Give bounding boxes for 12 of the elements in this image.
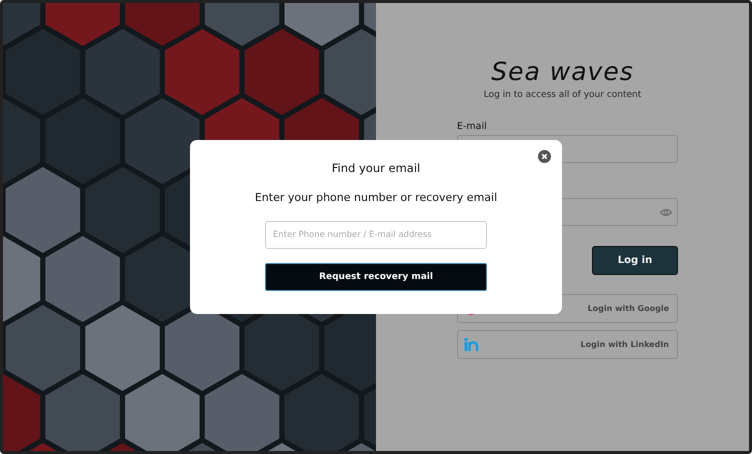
- eye-icon[interactable]: [660, 208, 672, 216]
- subtitle: Log in to access all of your content: [484, 90, 642, 100]
- dialog-title: Find your email: [332, 161, 420, 175]
- close-icon[interactable]: [538, 150, 551, 163]
- social-login-button[interactable]: Login with LinkedIn: [457, 330, 678, 359]
- app-title: Sea waves: [491, 57, 634, 86]
- dialog-prompt: Enter your phone number or recovery email: [254, 191, 498, 204]
- login-button[interactable]: Log in: [592, 246, 678, 275]
- recovery-input-field[interactable]: Enter Phone number / E-mail address: [265, 221, 487, 249]
- email-label: E-mail: [457, 121, 488, 132]
- linkedin-icon: [464, 338, 479, 351]
- request-recovery-button[interactable]: Request recovery mail: [265, 263, 487, 291]
